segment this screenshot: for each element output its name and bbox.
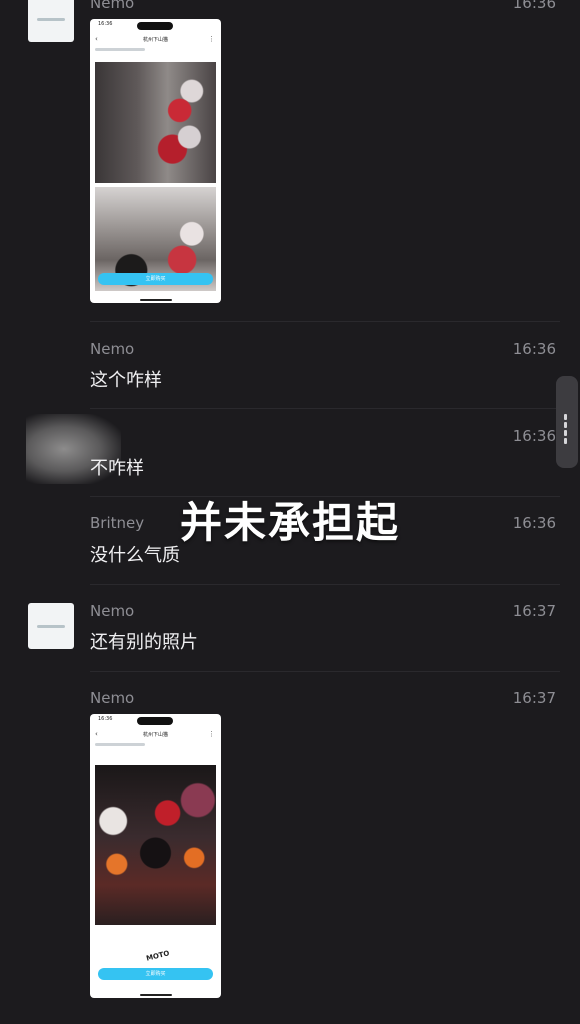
home-indicator — [140, 299, 172, 301]
more-vertical-icon: ⋮ — [208, 730, 215, 738]
message-text[interactable]: 还有别的照片 — [90, 628, 198, 654]
phone-status-time: 16:36 — [98, 716, 113, 722]
phone-nav-bar: ‹ 杭州下山猫 ⋮ — [90, 730, 221, 740]
watermark-text: MOTO — [145, 949, 171, 963]
phone-status-time: 16:36 — [98, 21, 113, 27]
avatar-nemo[interactable] — [28, 0, 74, 42]
phone-notch — [137, 717, 173, 725]
message-time: 16:36 — [512, 0, 556, 12]
message-time: 16:37 — [512, 602, 556, 620]
message-time: 16:36 — [512, 340, 556, 358]
sender-name: Nemo — [90, 0, 135, 12]
drag-handle-icon[interactable] — [556, 376, 578, 468]
divider — [90, 671, 560, 672]
home-indicator — [140, 994, 172, 996]
phone-page-title: 杭州下山猫 — [142, 37, 168, 43]
image-attachment[interactable]: 16:36 ‹ 杭州下山猫 ⋮ MOTO 立即购买 — [90, 714, 221, 998]
buy-button: 立即购买 — [98, 968, 213, 980]
avatar-logo — [37, 624, 65, 628]
avatar-logo — [37, 17, 65, 21]
message-text[interactable]: 不咋样 — [90, 454, 144, 480]
sender-name: Nemo — [90, 689, 135, 707]
video-caption: 并未承担起 — [179, 498, 400, 547]
divider — [90, 584, 560, 585]
message-time: 16:36 — [512, 427, 556, 445]
photo — [95, 765, 216, 925]
image-attachment[interactable]: 16:36 ‹ 杭州下山猫 ⋮ 立即购买 — [90, 19, 221, 303]
avatar-nemo[interactable] — [28, 603, 74, 649]
chat-transcript[interactable]: Nemo 16:36 16:36 ‹ 杭州下山猫 ⋮ 立即购买 Nemo 16:… — [0, 0, 580, 1024]
sender-name: Nemo — [90, 602, 135, 620]
grip-dots — [564, 414, 570, 446]
divider — [90, 408, 560, 409]
message-text[interactable]: 这个咋样 — [90, 366, 162, 392]
post-meta — [95, 48, 145, 51]
phone-page-title: 杭州下山猫 — [142, 732, 168, 738]
message-time: 16:37 — [512, 689, 556, 707]
phone-nav-bar: ‹ 杭州下山猫 ⋮ — [90, 35, 221, 45]
divider — [90, 321, 560, 322]
phone-notch — [137, 22, 173, 30]
sender-name: Nemo — [90, 340, 135, 358]
more-vertical-icon: ⋮ — [208, 35, 215, 43]
photo — [95, 62, 216, 183]
buy-button: 立即购买 — [98, 273, 213, 285]
post-meta — [95, 743, 145, 746]
